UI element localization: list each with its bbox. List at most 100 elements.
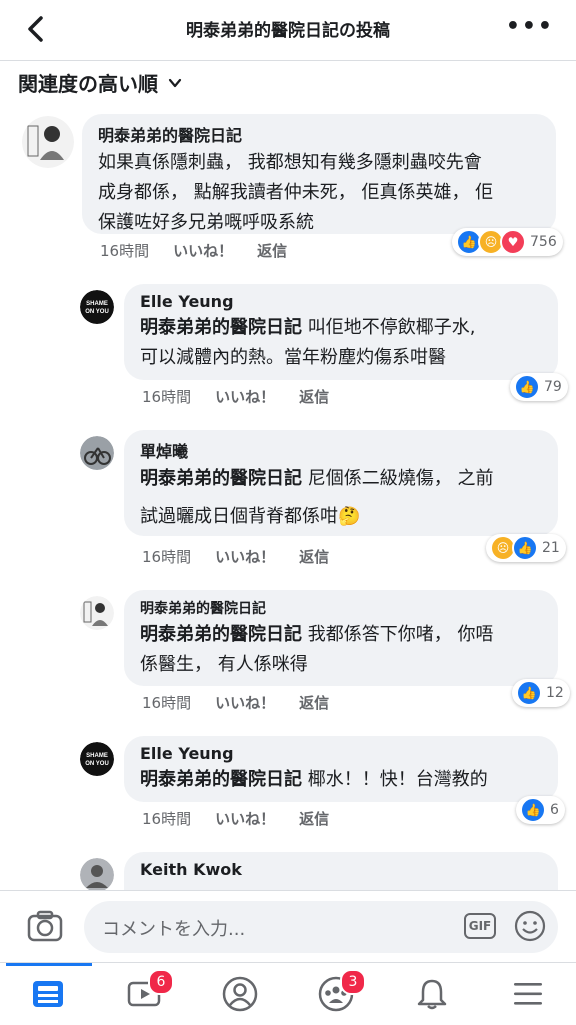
comment-actions: 16時間 いいね！ 返信 — [142, 692, 329, 713]
comment-line: 試過曬成日個背脊都係咁🤔 — [140, 506, 361, 527]
reaction-count: 79 — [544, 379, 562, 395]
comment-line-text: 椰水！！快！台灣教的 — [302, 769, 488, 790]
comment-author[interactable]: 明泰弟弟的醫院日記 — [140, 598, 542, 618]
tab-menu[interactable] — [480, 963, 576, 1025]
avatar[interactable] — [80, 596, 114, 630]
reaction-summary[interactable]: 👍 79 — [510, 373, 568, 401]
tab-watch[interactable]: 6 — [96, 963, 192, 1025]
mention-tag[interactable]: 明泰弟弟的醫院日記 — [140, 468, 302, 489]
comment-text: 明泰弟弟的醫院日記 椰水！！快！台灣教的 — [140, 765, 542, 795]
svg-text:SHAME: SHAME — [86, 753, 108, 759]
comment-bubble: Elle Yeung 明泰弟弟的醫院日記 叫佢地不停飲椰子水, 可以減體內的熱。… — [124, 284, 558, 380]
timestamp: 16時間 — [142, 694, 192, 712]
reply-button[interactable]: 返信 — [299, 386, 329, 407]
svg-text:ON YOU: ON YOU — [85, 761, 109, 767]
more-options-icon[interactable]: ••• — [506, 14, 554, 39]
comment-input[interactable]: コメントを入力... GIF — [84, 901, 558, 953]
comment-line-text: 叫佢地不停飲椰子水, — [302, 317, 476, 338]
like-button[interactable]: いいね！ — [215, 808, 275, 829]
top-bar: 明泰弟弟的醫院日記の投稿 ••• — [0, 0, 576, 61]
comment-bubble: 單焯曦 明泰弟弟的醫院日記 尼個係二級燒傷， 之前 試過曬成日個背脊都係咁🤔 — [124, 430, 558, 536]
like-reaction-icon: 👍 — [512, 535, 538, 561]
like-button[interactable]: いいね！ — [215, 692, 275, 713]
comment-line: 可以減體內的熱。當年粉塵灼傷系咁醫 — [140, 347, 446, 368]
bottom-tab-bar: 6 3 — [0, 962, 576, 1025]
emoji-icon[interactable] — [514, 910, 546, 942]
comment-text: 明泰弟弟的醫院日記 叫佢地不停飲椰子水, 可以減體內的熱。當年粉塵灼傷系咁醫 — [140, 313, 542, 373]
comment-line: 成身都係， 點解我讀者仲未死， 佢真係英雄， 佢 — [98, 182, 494, 203]
comment-line: 明泰弟弟的醫院日記 尼個係二級燒傷， 之前 — [140, 464, 542, 494]
profile-icon — [222, 976, 258, 1012]
mention-tag[interactable]: 明泰弟弟的醫院日記 — [140, 317, 302, 338]
bell-icon — [417, 979, 447, 1010]
avatar[interactable] — [80, 858, 114, 892]
tab-notifications[interactable] — [384, 963, 480, 1025]
notification-badge: 3 — [340, 969, 366, 995]
avatar[interactable]: SHAME ON YOU — [80, 290, 114, 324]
svg-text:ON YOU: ON YOU — [85, 309, 109, 315]
reaction-count: 6 — [550, 802, 559, 818]
avatar[interactable] — [80, 436, 114, 470]
mention-tag[interactable]: 明泰弟弟的醫院日記 — [140, 769, 302, 790]
comment-line: 係醫生， 有人係咪得 — [140, 654, 308, 675]
comment-line: 明泰弟弟的醫院日記 椰水！！快！台灣教的 — [140, 765, 542, 795]
comment-composer: コメントを入力... GIF — [0, 890, 576, 963]
timestamp: 16時間 — [142, 388, 192, 406]
news-feed-icon — [33, 981, 63, 1007]
like-button[interactable]: いいね！ — [173, 240, 233, 261]
comment-actions: 16時間 いいね！ 返信 — [142, 386, 329, 407]
hamburger-menu-icon — [514, 983, 542, 1005]
comment-text: 明泰弟弟的醫院日記 我都係答下你啫， 你唔 係醫生， 有人係咪得 — [140, 620, 542, 680]
comment-line: 明泰弟弟的醫院日記 我都係答下你啫， 你唔 — [140, 620, 542, 650]
tab-news-feed[interactable] — [0, 963, 96, 1025]
avatar[interactable]: SHAME ON YOU — [80, 742, 114, 776]
reaction-count: 756 — [530, 234, 557, 250]
comment-line-text: 尼個係二級燒傷， 之前 — [302, 468, 494, 489]
sort-dropdown[interactable]: 関連度の高い順 — [18, 68, 182, 97]
tab-profile[interactable] — [192, 963, 288, 1025]
reaction-count: 21 — [542, 540, 560, 556]
mention-tag[interactable]: 明泰弟弟的醫院日記 — [140, 624, 302, 645]
reaction-summary[interactable]: 👍 6 — [516, 796, 565, 824]
reply-button[interactable]: 返信 — [257, 240, 287, 261]
sort-label: 関連度の高い順 — [18, 72, 158, 96]
avatar[interactable] — [22, 116, 74, 168]
comment-author[interactable]: 單焯曦 — [140, 438, 542, 462]
comment-text: 如果真係隱刺蟲， 我都想知有幾多隱刺蟲咬先會 成身都係， 點解我讀者仲未死， 佢… — [98, 148, 540, 238]
tab-groups[interactable]: 3 — [288, 963, 384, 1025]
like-button[interactable]: いいね！ — [215, 546, 275, 567]
reaction-summary[interactable]: 👍 12 — [512, 679, 570, 707]
like-button[interactable]: いいね！ — [215, 386, 275, 407]
comment-author[interactable]: Elle Yeung — [140, 292, 542, 311]
comment-line: 如果真係隱刺蟲， 我都想知有幾多隱刺蟲咬先會 — [98, 152, 482, 173]
page-title: 明泰弟弟的醫院日記の投稿 — [186, 21, 390, 41]
comment-author[interactable]: 明泰弟弟的醫院日記 — [98, 122, 540, 146]
reaction-summary[interactable]: ☹ 👍 21 — [486, 534, 566, 562]
comment-bubble: Elle Yeung 明泰弟弟的醫院日記 椰水！！快！台灣教的 — [124, 736, 558, 802]
chevron-down-icon — [168, 78, 182, 87]
reply-button[interactable]: 返信 — [299, 546, 329, 567]
gif-button[interactable]: GIF — [464, 913, 496, 939]
like-reaction-icon: 👍 — [516, 680, 542, 706]
comment-actions: 16時間 いいね！ 返信 — [142, 546, 329, 567]
comment-author[interactable]: Elle Yeung — [140, 744, 542, 763]
reaction-summary[interactable]: 👍 ☹ ♥ 756 — [452, 228, 563, 256]
reaction-count: 12 — [546, 685, 564, 701]
camera-icon[interactable] — [26, 907, 64, 945]
love-reaction-icon: ♥ — [500, 229, 526, 255]
comment-actions: 16時間 いいね！ 返信 — [100, 240, 287, 261]
reply-button[interactable]: 返信 — [299, 808, 329, 829]
reply-button[interactable]: 返信 — [299, 692, 329, 713]
timestamp: 16時間 — [142, 810, 192, 828]
notification-badge: 6 — [148, 969, 174, 995]
comment-author[interactable]: Keith Kwok — [140, 860, 542, 879]
comment-line-text: 我都係答下你啫， 你唔 — [302, 624, 494, 645]
svg-text:SHAME: SHAME — [86, 301, 108, 307]
timestamp: 16時間 — [100, 242, 150, 260]
like-reaction-icon: 👍 — [514, 374, 540, 400]
comment-text: 明泰弟弟的醫院日記 尼個係二級燒傷， 之前 試過曬成日個背脊都係咁🤔 — [140, 464, 542, 532]
comment-actions: 16時間 いいね！ 返信 — [142, 808, 329, 829]
like-reaction-icon: 👍 — [520, 797, 546, 823]
comment-input-placeholder: コメントを入力... — [102, 919, 246, 940]
comment-line: 明泰弟弟的醫院日記 叫佢地不停飲椰子水, — [140, 313, 542, 343]
